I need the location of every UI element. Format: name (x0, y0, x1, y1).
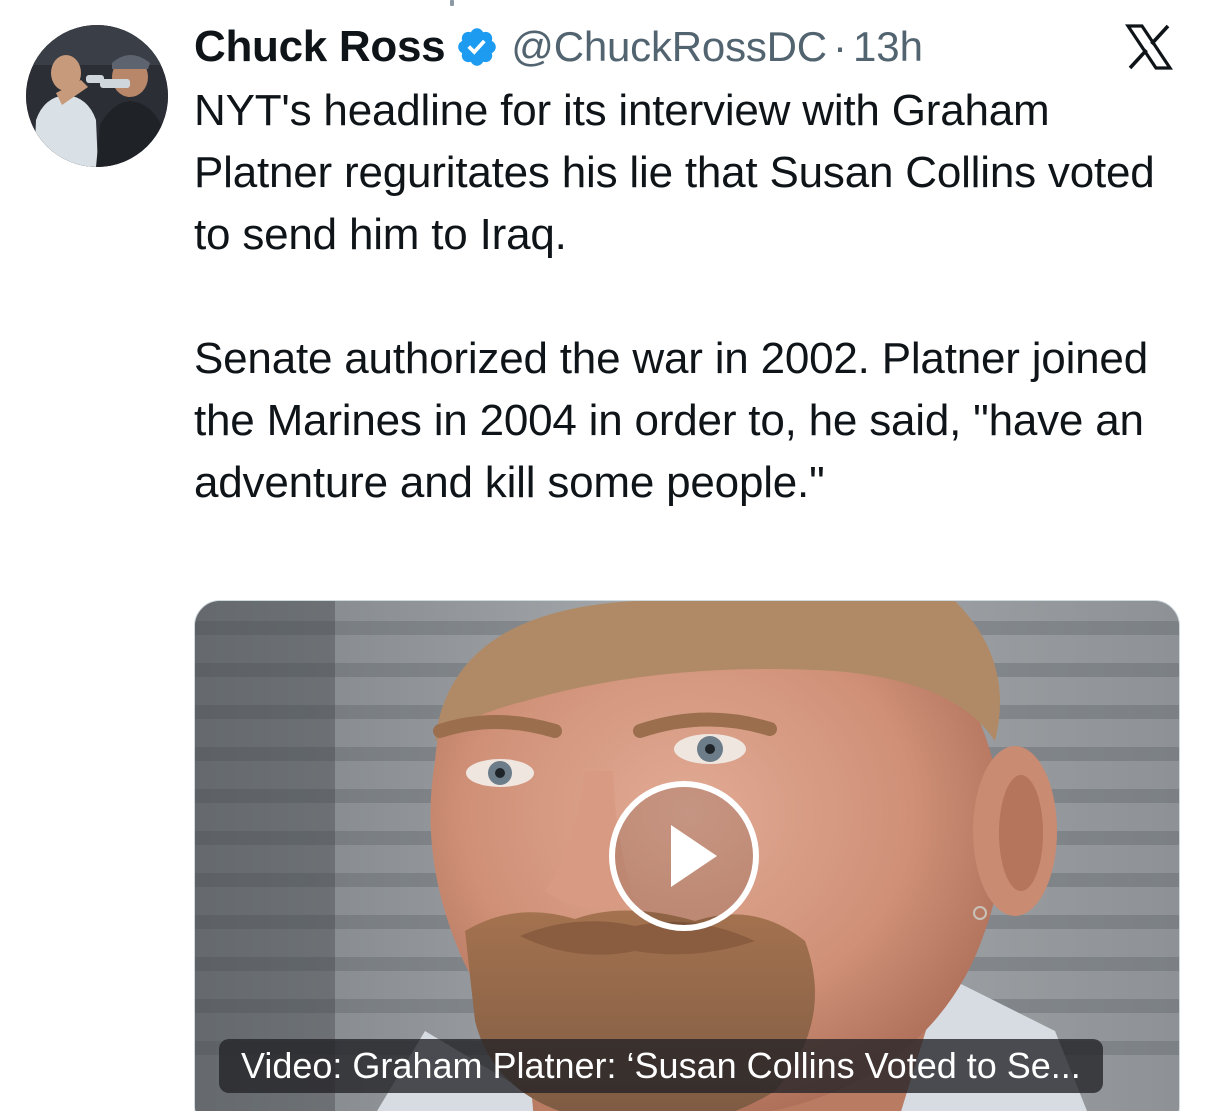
play-icon (671, 825, 717, 887)
avatar-photo (26, 25, 168, 167)
tweet-paragraph: Senate authorized the war in 2002. Platn… (194, 334, 1148, 507)
avatar[interactable] (26, 25, 168, 167)
thread-connector (450, 0, 454, 6)
tweet-body: NYT's headline for its interview with Gr… (194, 80, 1174, 514)
tweet-timestamp[interactable]: 13h (853, 23, 923, 71)
author-display-name[interactable]: Chuck Ross (194, 22, 446, 72)
play-button[interactable] (609, 781, 759, 931)
tweet-paragraph: NYT's headline for its interview with Gr… (194, 86, 1155, 259)
verified-badge-icon (455, 25, 499, 69)
tweet-card: Chuck Ross @ChuckRossDC · 13h NYT's head… (0, 0, 1206, 1111)
author-handle[interactable]: @ChuckRossDC (511, 23, 827, 71)
video-caption: Video: Graham Platner: ‘Susan Collins Vo… (219, 1039, 1103, 1093)
tweet-header: Chuck Ross @ChuckRossDC · 13h (194, 18, 923, 76)
video-player[interactable]: Video: Graham Platner: ‘Susan Collins Vo… (194, 600, 1180, 1111)
x-logo-icon[interactable] (1124, 22, 1174, 72)
separator-dot: · (832, 23, 847, 70)
